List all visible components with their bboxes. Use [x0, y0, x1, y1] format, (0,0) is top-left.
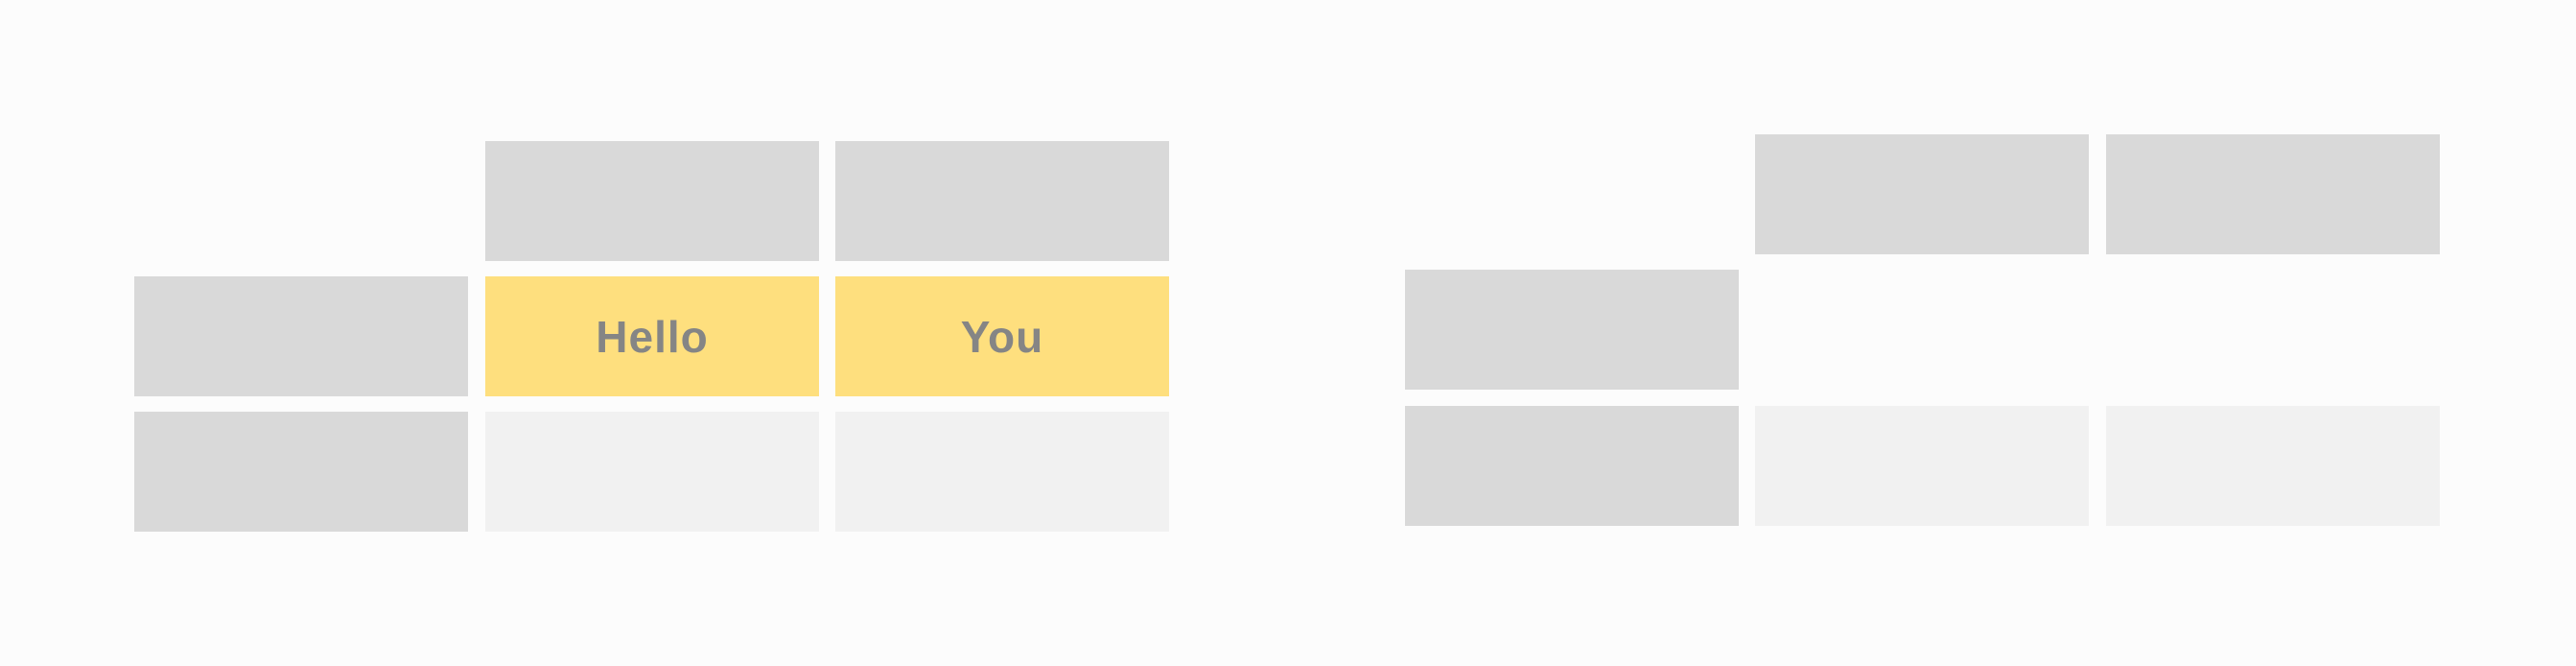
left-column-header-2 [835, 141, 1169, 261]
right-row-header-1 [1405, 270, 1739, 390]
left-highlighted-cell-hello: Hello [485, 276, 819, 396]
left-body-cell-2-2 [835, 412, 1169, 532]
right-column-header-1 [1755, 134, 2089, 254]
right-body-cell-2-1 [1755, 406, 2089, 526]
right-body-cell-2-2 [2106, 406, 2440, 526]
left-row-header-1 [134, 276, 468, 396]
left-column-header-1 [485, 141, 819, 261]
left-highlighted-cell-you: You [835, 276, 1169, 396]
right-column-header-2 [2106, 134, 2440, 254]
left-row-header-2 [134, 412, 468, 532]
right-row-header-2 [1405, 406, 1739, 526]
diagram-canvas: Hello You [0, 0, 2576, 666]
left-body-cell-2-1 [485, 412, 819, 532]
